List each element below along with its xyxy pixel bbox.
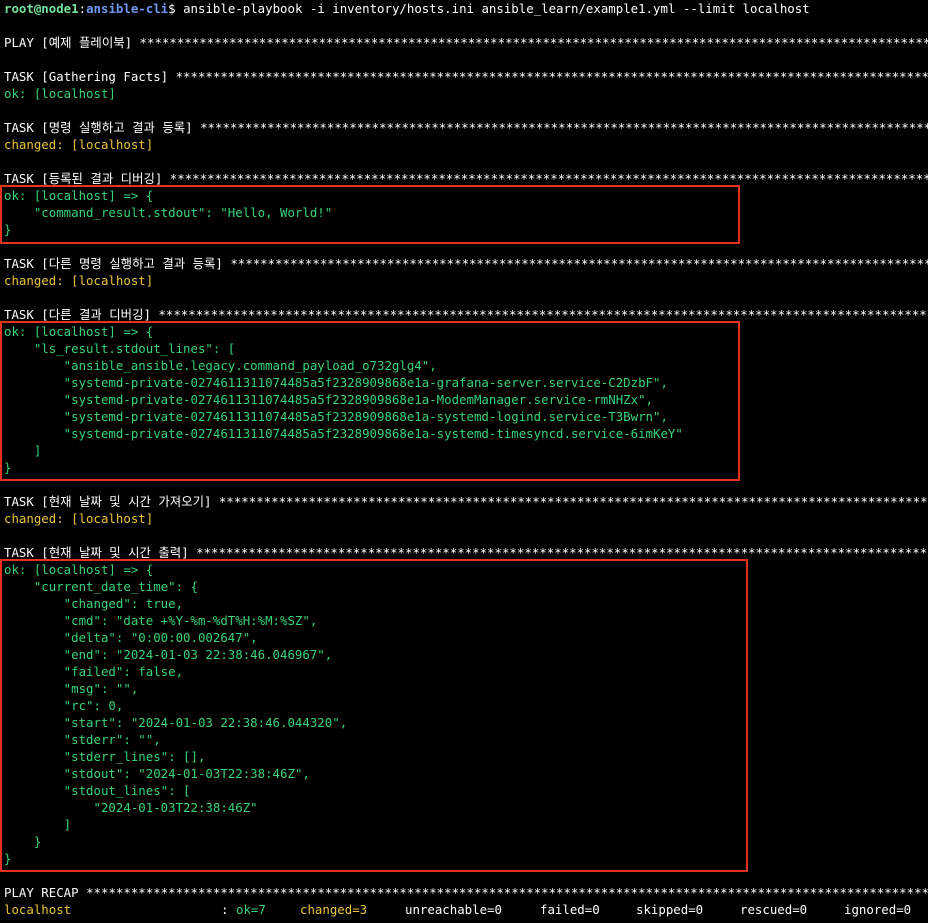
prompt-cwd: ansible-cli — [86, 1, 169, 16]
debug-output-line: "stderr": "", — [4, 732, 161, 747]
debug-output-line: ok: [localhost] => { — [4, 324, 154, 339]
task-title: TASK [등록된 결과 디버깅] — [4, 171, 170, 186]
debug-output-line: "changed": true, — [4, 596, 184, 611]
task-stars: ****************************************… — [200, 120, 928, 135]
recap-skipped: skipped=0 — [636, 902, 704, 917]
terminal-window[interactable]: root@node1:ansible-cli$ ansible-playbook… — [0, 0, 928, 923]
debug-output-line: "msg": "", — [4, 681, 139, 696]
debug-output-line: "cmd": "date +%Y-%m-%dT%H:%M:%SZ", — [4, 613, 318, 628]
task-status-changed: changed: [localhost] — [4, 137, 154, 152]
task-stars: ****************************************… — [218, 494, 928, 509]
recap-ok: ok=7 — [236, 902, 266, 917]
task-stars: ****************************************… — [196, 545, 928, 560]
debug-output-line: } — [4, 460, 12, 475]
task-title: TASK [명령 실행하고 결과 등록] — [4, 120, 201, 135]
recap-title: PLAY RECAP — [4, 885, 87, 900]
debug-output-line: "stdout_lines": [ — [4, 783, 191, 798]
debug-output-line: } — [4, 834, 42, 849]
task-title: TASK [현재 날짜 및 시간 출력] — [4, 545, 197, 560]
recap-ignored: ignored=0 — [844, 902, 912, 917]
task-title: TASK [현재 날짜 및 시간 가져오기] — [4, 494, 219, 509]
task-header: TASK [Gathering Facts] *****************… — [4, 68, 928, 85]
debug-output-line: } — [4, 222, 12, 237]
debug-output-line: "systemd-private-0274611311074485a5f2328… — [4, 426, 683, 441]
debug-output-line: "command_result.stdout": "Hello, World!" — [4, 205, 333, 220]
task-header: TASK [등록된 결과 디버깅] **********************… — [4, 170, 928, 187]
prompt-symbol: $ — [168, 1, 176, 16]
debug-output-line: "current_date_time": { — [4, 579, 198, 594]
task-status-ok: ok: [localhost] — [4, 86, 116, 101]
task-title: TASK [다른 명령 실행하고 결과 등록] — [4, 256, 231, 271]
debug-output-line: "systemd-private-0274611311074485a5f2328… — [4, 409, 668, 424]
debug-output-line: "rc": 0, — [4, 698, 124, 713]
prompt-separator: : — [78, 1, 87, 16]
prompt-user-host: root@node1 — [4, 1, 79, 16]
debug-output-line: ok: [localhost] => { — [4, 188, 154, 203]
task-header: TASK [명령 실행하고 결과 등록] *******************… — [4, 119, 928, 136]
debug-output-line: "delta": "0:00:00.002647", — [4, 630, 258, 645]
debug-output-line: ] — [4, 443, 42, 458]
task-stars: ****************************************… — [158, 307, 928, 322]
debug-output-line: "stderr_lines": [], — [4, 749, 206, 764]
debug-output-line: "ls_result.stdout_lines": [ — [4, 341, 236, 356]
play-header: PLAY [예제 플레이북] *************************… — [4, 34, 928, 51]
debug-output-line: "ansible_ansible.legacy.command_payload_… — [4, 358, 437, 373]
recap-colon: : — [221, 902, 236, 917]
task-stars: ****************************************… — [175, 69, 928, 84]
prompt-line: root@node1:ansible-cli$ ansible-playbook… — [4, 0, 810, 17]
recap-header: PLAY RECAP *****************************… — [4, 884, 928, 901]
prompt-command: ansible-playbook -i inventory/hosts.ini … — [175, 1, 810, 16]
recap-rescued: rescued=0 — [740, 902, 808, 917]
task-stars: ****************************************… — [169, 171, 928, 186]
recap-stars: ****************************************… — [86, 885, 928, 900]
debug-output-line: } — [4, 851, 12, 866]
recap-failed: failed=0 — [540, 902, 600, 917]
recap-host: localhost — [4, 902, 72, 917]
debug-output-line: "stdout": "2024-01-03T22:38:46Z", — [4, 766, 310, 781]
task-title: TASK [다른 결과 디버깅] — [4, 307, 159, 322]
task-status-changed: changed: [localhost] — [4, 273, 154, 288]
task-title: TASK [Gathering Facts] — [4, 69, 176, 84]
debug-output-line: "start": "2024-01-03 22:38:46.044320", — [4, 715, 348, 730]
task-header: TASK [현재 날짜 및 시간 출력] *******************… — [4, 544, 928, 561]
debug-output-line: "2024-01-03T22:38:46Z" — [4, 800, 258, 815]
debug-output-line: ok: [localhost] => { — [4, 562, 154, 577]
task-header: TASK [다른 결과 디버깅] ***********************… — [4, 306, 928, 323]
debug-output-line: ] — [4, 817, 72, 832]
debug-output-line: "failed": false, — [4, 664, 184, 679]
recap-unreachable: unreachable=0 — [405, 902, 502, 917]
task-status-changed: changed: [localhost] — [4, 511, 154, 526]
debug-output-line: "systemd-private-0274611311074485a5f2328… — [4, 392, 654, 407]
play-stars: ****************************************… — [139, 35, 928, 50]
play-label: PLAY [예제 플레이북] — [4, 35, 140, 50]
task-header: TASK [다른 명령 실행하고 결과 등록] ****************… — [4, 255, 928, 272]
recap-changed: changed=3 — [300, 902, 368, 917]
task-stars: ****************************************… — [230, 256, 928, 271]
debug-output-line: "end": "2024-01-03 22:38:46.046967", — [4, 647, 333, 662]
debug-output-line: "systemd-private-0274611311074485a5f2328… — [4, 375, 668, 390]
task-header: TASK [현재 날짜 및 시간 가져오기] *****************… — [4, 493, 928, 510]
